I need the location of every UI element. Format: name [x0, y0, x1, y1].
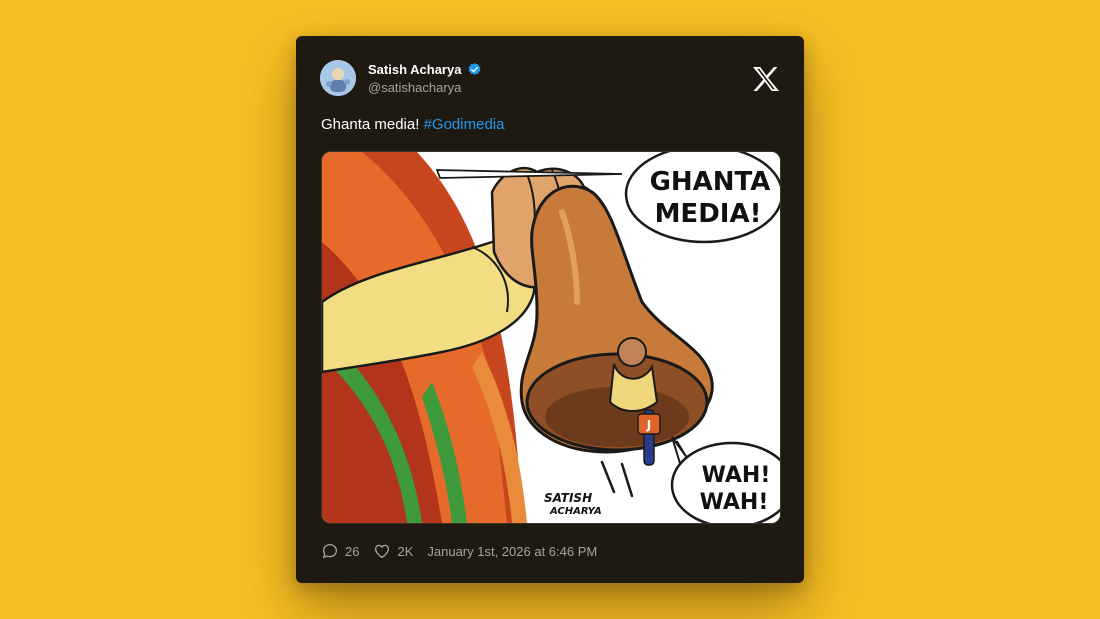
tweet-media-image[interactable]: J GHANTA MEDIA! WAH! WAH! SATISH ACHARYA — [321, 151, 781, 524]
x-logo-icon[interactable] — [752, 66, 780, 92]
tweet-text-plain: Ghanta media! — [321, 116, 420, 133]
tweet-text: Ghanta media! #Godimedia — [321, 116, 504, 133]
bubble-bottom-line1: WAH! — [702, 463, 771, 488]
reply-action[interactable]: 26 — [321, 542, 359, 560]
bubble-bottom-line2: WAH! — [700, 490, 769, 515]
author-name-row: Satish Acharya — [368, 62, 482, 77]
reporter-head — [617, 337, 647, 367]
verified-badge-icon — [469, 62, 481, 75]
heart-icon — [375, 544, 390, 559]
tweet-card: Satish Acharya @satishacharya Ghanta med… — [296, 36, 804, 583]
signature-line2: ACHARYA — [549, 506, 602, 517]
tweet-timestamp[interactable]: January 1st, 2026 at 6:46 PM — [427, 544, 597, 559]
reply-count: 26 — [345, 543, 360, 559]
like-count: 2K — [397, 543, 414, 559]
bubble-top-line2: MEDIA! — [655, 199, 762, 229]
reply-icon — [322, 543, 338, 559]
like-action[interactable]: 2K — [373, 542, 413, 560]
avatar-image — [320, 60, 356, 96]
author-avatar[interactable] — [320, 60, 356, 96]
bubble-top-line1: GHANTA — [650, 167, 771, 197]
signature-line1: SATISH — [544, 491, 592, 505]
mic-label: J — [646, 418, 651, 432]
tweet-footer: 26 2K January 1st, 2026 at 6:46 PM — [321, 542, 597, 560]
author-handle[interactable]: @satishacharya — [368, 80, 461, 95]
hashtag-link[interactable]: #Godimedia — [424, 116, 505, 133]
author-name[interactable]: Satish Acharya — [368, 62, 461, 77]
cartoon-illustration: J GHANTA MEDIA! WAH! WAH! SATISH ACHARYA — [322, 152, 780, 523]
